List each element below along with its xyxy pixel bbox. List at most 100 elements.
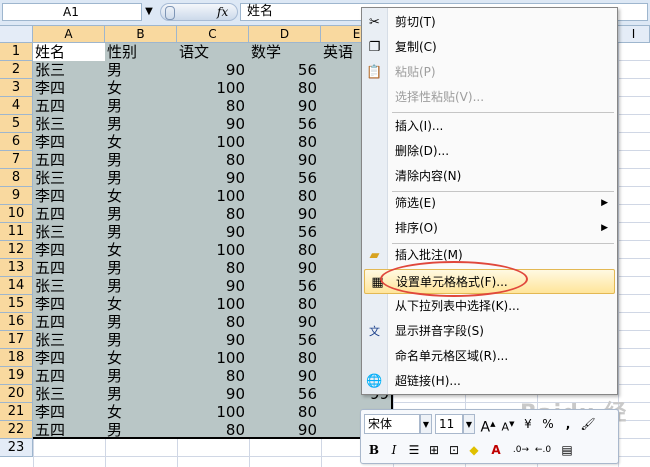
math-score-cell[interactable]: 80 — [249, 295, 321, 313]
name-cell[interactable]: 张三 — [33, 223, 107, 241]
row-header-12[interactable]: 12 — [0, 241, 33, 259]
row-header-21[interactable]: 21 — [0, 403, 33, 421]
name-cell[interactable]: 五四 — [33, 259, 107, 277]
gender-cell[interactable]: 女 — [105, 133, 179, 151]
math-score-cell[interactable]: 56 — [249, 385, 321, 403]
math-score-cell[interactable]: 80 — [249, 187, 321, 205]
header-cell[interactable]: 数学 — [249, 43, 323, 61]
font-color-button[interactable]: A — [486, 440, 506, 460]
gender-cell[interactable]: 男 — [105, 223, 179, 241]
font-name-box[interactable]: 宋体 — [364, 414, 420, 434]
row-header-18[interactable]: 18 — [0, 349, 33, 367]
name-cell[interactable]: 李四 — [33, 241, 107, 259]
row-header-5[interactable]: 5 — [0, 115, 33, 133]
chinese-score-cell[interactable]: 90 — [177, 61, 249, 79]
row-header-2[interactable]: 2 — [0, 61, 33, 79]
center-align-icon[interactable]: ☰ — [404, 440, 424, 460]
chinese-score-cell[interactable]: 90 — [177, 223, 249, 241]
cell-styles-icon[interactable]: ▤ — [557, 440, 577, 460]
name-box[interactable]: A1 — [2, 3, 142, 21]
menu-item-hyperlink[interactable]: 🌐 超链接(H)... — [362, 369, 617, 394]
chinese-score-cell[interactable]: 100 — [177, 349, 249, 367]
column-header-b[interactable]: B — [105, 26, 177, 43]
row-header-9[interactable]: 9 — [0, 187, 33, 205]
name-cell[interactable]: 李四 — [33, 403, 107, 421]
math-score-cell[interactable]: 80 — [249, 133, 321, 151]
math-score-cell[interactable]: 80 — [249, 241, 321, 259]
menu-item-paste[interactable]: 📋 粘贴(P) — [362, 60, 617, 85]
math-score-cell[interactable]: 56 — [249, 223, 321, 241]
name-cell[interactable]: 李四 — [33, 349, 107, 367]
insert-function-button[interactable]: fx — [217, 4, 228, 20]
font-size-box[interactable]: 11 — [435, 414, 463, 434]
gender-cell[interactable]: 男 — [105, 115, 179, 133]
chinese-score-cell[interactable]: 100 — [177, 79, 249, 97]
chinese-score-cell[interactable]: 100 — [177, 133, 249, 151]
shrink-font-icon[interactable]: A▼ — [498, 414, 518, 434]
math-score-cell[interactable]: 56 — [249, 61, 321, 79]
column-header-c[interactable]: C — [177, 26, 249, 43]
grow-font-icon[interactable]: A▲ — [478, 414, 498, 436]
menu-item-delete[interactable]: 删除(D)... — [362, 139, 617, 164]
menu-item-paste-special[interactable]: 选择性粘贴(V)... — [362, 85, 617, 110]
name-cell[interactable]: 李四 — [33, 133, 107, 151]
row-header-10[interactable]: 10 — [0, 205, 33, 223]
gender-cell[interactable]: 女 — [105, 349, 179, 367]
math-score-cell[interactable]: 90 — [249, 367, 321, 385]
font-name-dropdown-icon[interactable]: ▼ — [420, 414, 432, 434]
name-cell[interactable]: 五四 — [33, 205, 107, 223]
comma-style-button[interactable]: , — [558, 414, 578, 434]
row-header-19[interactable]: 19 — [0, 367, 33, 385]
decrease-decimal-icon[interactable]: ←.0 — [533, 440, 553, 460]
math-score-cell[interactable]: 90 — [249, 205, 321, 223]
menu-item-pick-from-list[interactable]: 从下拉列表中选择(K)... — [362, 294, 617, 319]
chinese-score-cell[interactable]: 90 — [177, 277, 249, 295]
gender-cell[interactable]: 女 — [105, 187, 179, 205]
menu-item-filter[interactable]: 筛选(E) ▶ — [362, 191, 617, 216]
bold-button[interactable]: B — [364, 440, 384, 460]
gender-cell[interactable]: 男 — [105, 385, 179, 403]
math-score-cell[interactable]: 80 — [249, 403, 321, 421]
gender-cell[interactable]: 男 — [105, 367, 179, 385]
name-box-dropdown-icon[interactable]: ▼ — [142, 3, 156, 21]
name-cell[interactable]: 张三 — [33, 61, 107, 79]
math-score-cell[interactable]: 90 — [249, 151, 321, 169]
chinese-score-cell[interactable]: 100 — [177, 403, 249, 421]
name-cell[interactable]: 张三 — [33, 277, 107, 295]
chinese-score-cell[interactable]: 90 — [177, 115, 249, 133]
math-score-cell[interactable]: 90 — [249, 259, 321, 277]
math-score-cell[interactable]: 90 — [249, 421, 321, 439]
name-cell[interactable]: 张三 — [33, 115, 107, 133]
fill-color-icon[interactable]: ◆ — [464, 440, 484, 460]
name-cell[interactable]: 五四 — [33, 367, 107, 385]
name-cell[interactable]: 李四 — [33, 295, 107, 313]
chinese-score-cell[interactable]: 80 — [177, 205, 249, 223]
row-header-3[interactable]: 3 — [0, 79, 33, 97]
percent-button[interactable]: % — [538, 414, 558, 434]
row-header-13[interactable]: 13 — [0, 259, 33, 277]
gender-cell[interactable]: 女 — [105, 241, 179, 259]
math-score-cell[interactable]: 80 — [249, 79, 321, 97]
splitter-handle-icon[interactable] — [165, 6, 175, 20]
math-score-cell[interactable]: 56 — [249, 115, 321, 133]
row-header-11[interactable]: 11 — [0, 223, 33, 241]
math-score-cell[interactable]: 90 — [249, 97, 321, 115]
math-score-cell[interactable]: 56 — [249, 331, 321, 349]
header-cell[interactable]: 性别 — [105, 43, 179, 61]
row-header-22[interactable]: 22 — [0, 421, 33, 439]
chinese-score-cell[interactable]: 90 — [177, 169, 249, 187]
accounting-format-icon[interactable]: ¥ — [518, 414, 538, 434]
menu-item-insert[interactable]: 插入(I)... — [362, 114, 617, 139]
select-all-corner[interactable] — [0, 26, 33, 43]
header-cell[interactable]: 语文 — [177, 43, 251, 61]
name-cell[interactable]: 张三 — [33, 385, 107, 403]
row-header-8[interactable]: 8 — [0, 169, 33, 187]
name-cell[interactable]: 张三 — [33, 169, 107, 187]
borders-icon[interactable]: ⊡ — [444, 440, 464, 460]
math-score-cell[interactable]: 56 — [249, 169, 321, 187]
row-header-16[interactable]: 16 — [0, 313, 33, 331]
name-cell[interactable]: 李四 — [33, 187, 107, 205]
gender-cell[interactable]: 男 — [105, 277, 179, 295]
chinese-score-cell[interactable]: 80 — [177, 97, 249, 115]
name-cell[interactable]: 五四 — [33, 421, 107, 439]
